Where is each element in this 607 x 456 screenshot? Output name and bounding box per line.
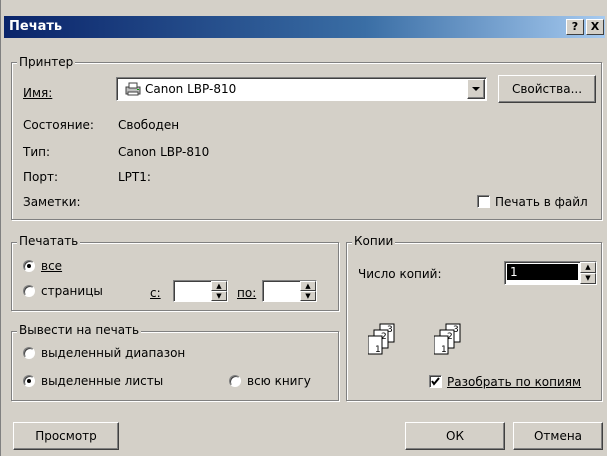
help-icon: ? [571, 20, 579, 33]
print-what-legend: Вывести на печать [17, 323, 142, 337]
port-label: Порт: [23, 170, 59, 184]
spin-down-icon[interactable]: ▼ [211, 291, 227, 301]
print-workbook-radio[interactable] [229, 375, 241, 387]
preview-button-label: Просмотр [35, 429, 97, 443]
close-icon: X [590, 20, 600, 33]
spin-up-icon[interactable]: ▲ [211, 281, 227, 291]
port-value: LPT1: [118, 170, 151, 184]
checkmark-icon [431, 377, 440, 386]
type-value: Canon LBP-810 [118, 145, 210, 159]
spin-down-icon[interactable]: ▼ [580, 273, 596, 284]
status-label: Состояние: [23, 118, 94, 132]
copies-count-spinbox[interactable]: 1 ▲ ▼ [504, 261, 597, 285]
copies-count-label: Число копий: [358, 267, 442, 281]
to-label: по: [237, 286, 257, 300]
chevron-down-icon [472, 87, 480, 91]
print-all-radio[interactable] [23, 260, 35, 272]
copies-count-highlight: 1 [507, 264, 578, 280]
print-pages-radio[interactable] [23, 285, 35, 297]
collate-label[interactable]: Разобрать по копиям [447, 375, 581, 389]
collated-pages-icon: 3 2 1 [433, 322, 478, 362]
collate-checkbox[interactable] [429, 375, 442, 388]
spin-up-icon[interactable]: ▲ [580, 262, 596, 273]
spin-up-icon[interactable]: ▲ [300, 281, 316, 291]
type-label: Тип: [23, 145, 51, 159]
collated-pages-icon: 3 2 1 [367, 322, 412, 362]
print-selection-label[interactable]: выделенный диапазон [41, 346, 185, 360]
print-sheets-label[interactable]: выделенные листы [41, 374, 163, 388]
from-label: с: [150, 286, 161, 300]
print-range-legend: Печатать [17, 234, 81, 248]
printer-name-label: Имя: [23, 86, 53, 100]
window-title: Печать [9, 19, 63, 34]
svg-text:1: 1 [441, 345, 447, 355]
print-to-file-checkbox[interactable] [477, 195, 490, 208]
print-to-file-label[interactable]: Печать в файл [495, 195, 588, 209]
properties-button[interactable]: Свойства... [498, 75, 596, 103]
printer-dropdown-button[interactable] [467, 79, 485, 99]
copies-legend: Копии [352, 234, 396, 248]
print-workbook-label[interactable]: всю книгу [247, 374, 311, 388]
copies-count-value: 1 [510, 265, 518, 279]
close-button[interactable]: X [586, 19, 604, 35]
print-pages-label[interactable]: страницы [41, 284, 103, 298]
ok-button[interactable]: ОК [405, 422, 505, 450]
cancel-button-label: Отмена [533, 429, 583, 443]
status-value: Свободен [118, 118, 180, 132]
from-page-spinbox[interactable]: ▲ ▼ [173, 280, 228, 302]
to-page-spinbox[interactable]: ▲ ▼ [262, 280, 317, 302]
print-all-label[interactable]: все [41, 259, 62, 273]
print-dialog: Печать ? X Принтер Имя: Canon LBP-810 Св… [0, 0, 607, 456]
comment-label: Заметки: [23, 195, 81, 209]
properties-button-label: Свойства... [511, 82, 583, 96]
preview-button[interactable]: Просмотр [13, 422, 119, 450]
svg-text:1: 1 [375, 345, 381, 355]
ok-button-label: ОК [446, 429, 464, 443]
title-bar[interactable]: Печать ? X [4, 16, 605, 38]
print-sheets-radio[interactable] [23, 375, 35, 387]
printer-group-legend: Принтер [17, 55, 76, 69]
print-what-group [11, 331, 339, 401]
spin-down-icon[interactable]: ▼ [300, 291, 316, 301]
printer-name-value: Canon LBP-810 [145, 82, 237, 96]
printer-icon [123, 81, 143, 97]
print-selection-radio[interactable] [23, 347, 35, 359]
help-button[interactable]: ? [566, 19, 584, 35]
printer-name-select[interactable]: Canon LBP-810 [116, 77, 487, 101]
cancel-button[interactable]: Отмена [513, 422, 603, 450]
